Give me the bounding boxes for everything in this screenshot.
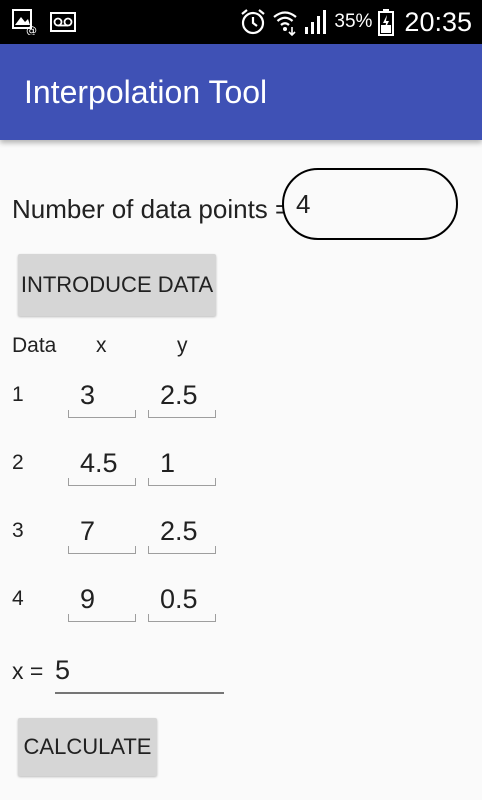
row-2-index: 2 [12,451,24,474]
screenshot-notification-icon: @ [12,9,40,35]
app-title: Interpolation Tool [24,74,268,110]
x-eval-input[interactable]: 5 [55,650,224,694]
alarm-icon [240,8,266,36]
signal-icon [304,9,328,35]
voicemail-icon [50,12,76,32]
column-header-x: x [96,334,107,357]
introduce-data-button[interactable]: INTRODUCE DATA [18,254,216,316]
app-bar: Interpolation Tool [0,44,482,140]
status-bar: @ 35% 20:35 [0,0,482,44]
status-bar-notifications: @ [12,0,76,44]
status-bar-system: 35% 20:35 [240,0,472,44]
column-header-data: Data [12,334,57,357]
row-4-index: 4 [12,587,24,610]
row-4-x-input[interactable]: 9 [68,576,136,622]
data-points-count-input[interactable]: 4 [282,168,458,240]
calculate-button[interactable]: CALCULATE [18,718,157,776]
battery-percent: 35% [334,11,373,32]
row-3-y-input[interactable]: 2.5 [148,508,216,554]
row-2-y-input[interactable]: 1 [148,440,216,486]
row-2-x-input[interactable]: 4.5 [68,440,136,486]
row-1-x-input[interactable]: 3 [68,372,136,418]
row-1-index: 1 [12,383,24,406]
data-points-count-label: Number of data points = [12,194,291,224]
column-header-y: y [177,334,188,357]
row-3-index: 3 [12,519,24,542]
row-3-x-input[interactable]: 7 [68,508,136,554]
row-4-y-input[interactable]: 0.5 [148,576,216,622]
svg-text:@: @ [26,24,37,35]
battery-icon [378,8,395,36]
wifi-icon [272,8,298,36]
row-1-y-input[interactable]: 2.5 [148,372,216,418]
x-eval-label: x = [12,658,44,684]
status-bar-clock: 20:35 [404,7,472,37]
